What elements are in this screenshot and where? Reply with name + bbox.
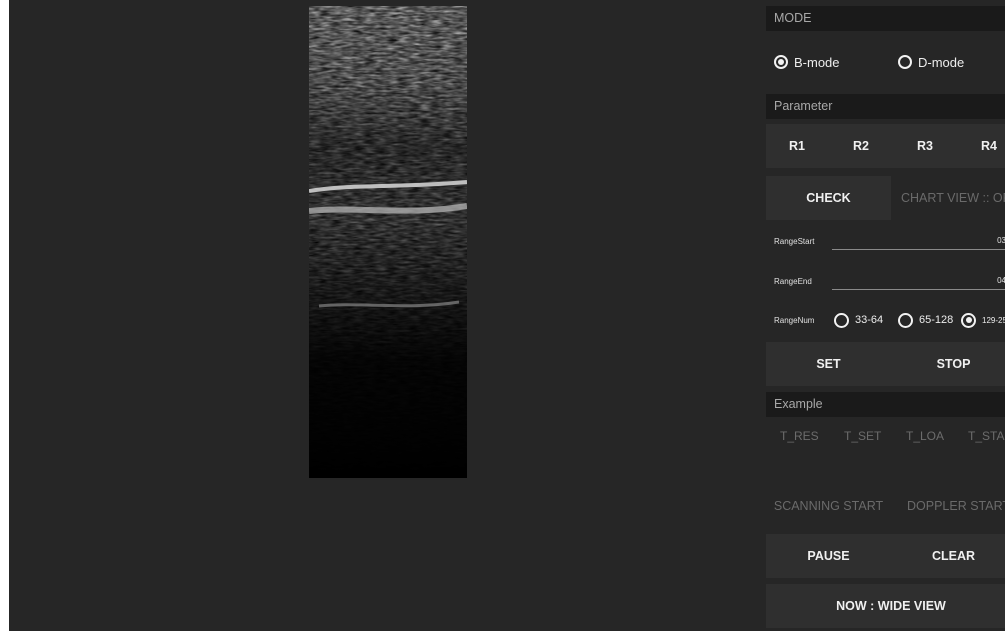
preset-r1-button[interactable]: R1 [772,124,822,168]
preset-r4-button[interactable]: R4 [964,124,1005,168]
range-33-64-radio[interactable]: 33-64 [834,300,883,340]
scanning-start-button[interactable]: SCANNING START [766,484,891,528]
doppler-start-button[interactable]: DOPPLER START [891,484,1005,528]
radio-unchecked-icon [898,55,912,69]
set-stop-row: SET STOP [766,342,1005,386]
set-button[interactable]: SET [766,342,891,386]
d-mode-radio[interactable]: D-mode [898,42,964,82]
range-start-row: RangeStart 03 [766,226,1005,256]
start-row: SCANNING START DOPPLER START [766,484,1005,528]
range-num-label: RangeNum [774,316,815,325]
preset-button-row: R1 R2 R3 R4 [766,124,1005,168]
b-mode-radio[interactable]: B-mode [774,42,840,82]
range-129-256-radio[interactable]: 129-256 [961,300,1005,340]
range-end-input[interactable]: 04 [832,272,1005,290]
view-toggle-row: NOW : WIDE VIEW [766,584,1005,628]
range-num-row: RangeNum 33-64 65-128 129-256 [766,300,1005,340]
chart-view-toggle[interactable]: CHART VIEW :: OFF [891,176,1005,220]
range-65-128-radio[interactable]: 65-128 [898,300,953,340]
check-button[interactable]: CHECK [766,176,891,220]
stop-button[interactable]: STOP [891,342,1005,386]
range-start-input[interactable]: 03 [832,232,1005,250]
range-end-label: RangeEnd [774,277,812,286]
check-chart-row: CHECK CHART VIEW :: OFF [766,176,1005,220]
t-set-button[interactable]: T_SET [844,416,881,456]
radio-checked-icon [961,312,976,328]
range-65-128-label: 65-128 [919,314,954,326]
t-res-button[interactable]: T_RES [780,416,819,456]
clear-button[interactable]: CLEAR [891,534,1005,578]
example-header: Example [766,392,1005,417]
radio-checked-icon [774,55,788,69]
pause-button[interactable]: PAUSE [766,534,891,578]
range-129-256-label: 129-256 [982,315,1005,325]
control-panel: MODE B-mode D-mode Parameter R1 R2 R3 R4… [766,6,1005,631]
d-mode-label: D-mode [918,54,965,70]
wide-view-toggle-button[interactable]: NOW : WIDE VIEW [766,584,1005,628]
t-loa-button[interactable]: T_LOA [906,416,944,456]
window-frame-left [0,0,9,633]
mode-radio-group: B-mode D-mode [766,42,1005,82]
pause-clear-row: PAUSE CLEAR [766,534,1005,578]
range-33-64-label: 33-64 [855,314,884,326]
range-end-row: RangeEnd 04 [766,266,1005,296]
example-button-row: T_RES T_SET T_LOA T_STA [766,416,1005,456]
range-start-label: RangeStart [774,237,815,246]
b-mode-label: B-mode [794,54,840,70]
preset-r2-button[interactable]: R2 [836,124,886,168]
t-sta-button[interactable]: T_STA [968,416,1004,456]
radio-unchecked-icon [834,312,849,328]
preset-r3-button[interactable]: R3 [900,124,950,168]
radio-unchecked-icon [898,312,913,328]
parameter-header: Parameter [766,94,1005,119]
mode-header: MODE [766,6,1005,31]
ultrasound-image [309,6,467,478]
